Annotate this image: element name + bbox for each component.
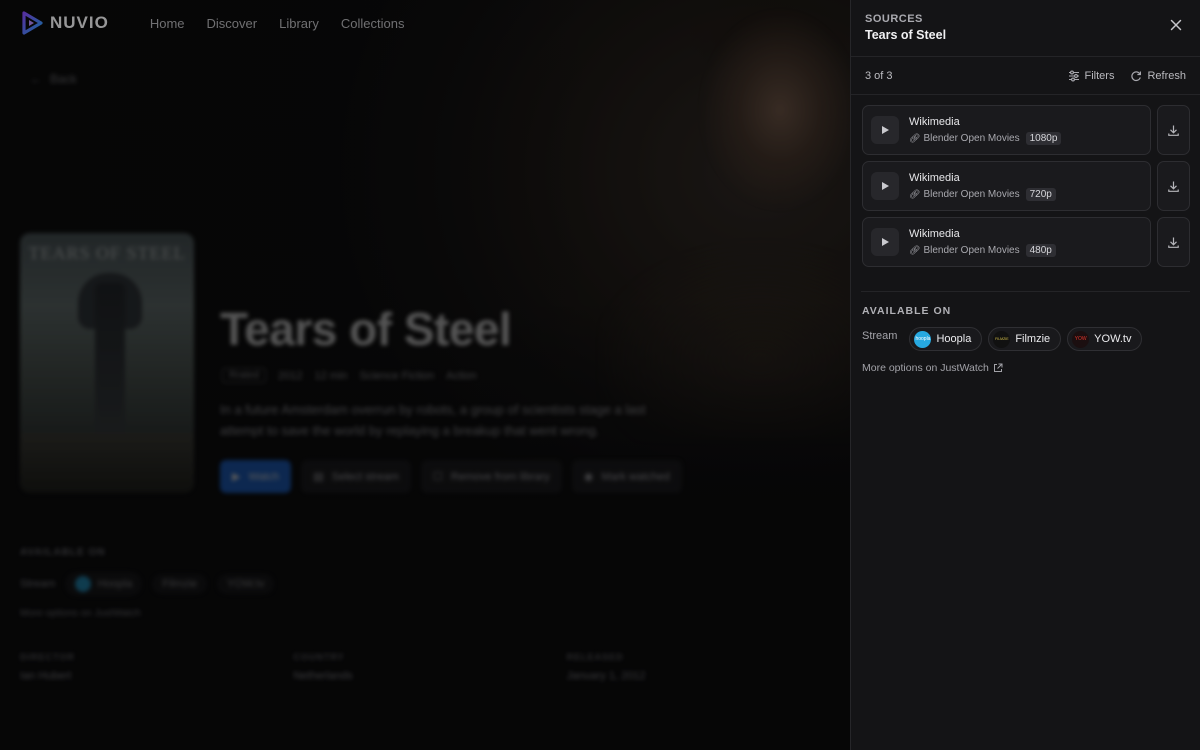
play-icon — [882, 182, 889, 190]
download-button[interactable] — [1157, 217, 1190, 267]
close-icon[interactable] — [1168, 17, 1184, 33]
quality-badge: 720p — [1025, 187, 1056, 201]
link-icon: 🔗︎ — [909, 188, 921, 199]
source-info: Wikimedia 🔗︎ Blender Open Movies 480p — [909, 228, 1056, 257]
provider-name: YOW.tv — [1094, 333, 1132, 345]
source-name: Wikimedia — [909, 171, 960, 184]
source-name: Wikimedia — [909, 227, 960, 240]
hoopla-logo-icon: hoopla — [914, 330, 932, 348]
source-row: Wikimedia 🔗︎ Blender Open Movies 480p — [862, 217, 1190, 267]
provider-chip-yowtv[interactable]: YOW YOW.tv — [1067, 327, 1143, 351]
filters-button[interactable]: Filters — [1068, 69, 1115, 82]
source-meta: 🔗︎ Blender Open Movies 720p — [909, 187, 1056, 201]
stream-label: Stream — [862, 330, 898, 342]
download-icon — [1168, 181, 1179, 192]
quality-badge: 1080p — [1025, 131, 1062, 145]
source-provider: Blender Open Movies — [923, 132, 1020, 144]
source-count: 3 of 3 — [865, 69, 893, 82]
link-icon: 🔗︎ — [909, 244, 921, 255]
modal-backdrop[interactable] — [0, 0, 850, 750]
yowtv-logo-icon: YOW — [1072, 330, 1090, 348]
source-meta: 🔗︎ Blender Open Movies 1080p — [909, 131, 1062, 145]
play-button[interactable] — [871, 228, 899, 256]
panel-title: Tears of Steel — [865, 28, 947, 42]
stream-providers-row: Stream hoopla Hoopla FILMZIE Filmzie YOW… — [862, 327, 1189, 351]
download-icon — [1168, 237, 1179, 248]
provider-chip-hoopla[interactable]: hoopla Hoopla — [909, 327, 983, 351]
download-icon — [1168, 125, 1179, 136]
download-button[interactable] — [1157, 161, 1190, 211]
filters-label: Filters — [1084, 69, 1115, 82]
refresh-button[interactable]: Refresh — [1130, 70, 1186, 82]
filmzie-logo-icon: FILMZIE — [993, 330, 1011, 348]
link-icon: 🔗︎ — [909, 132, 921, 143]
play-icon — [882, 126, 889, 134]
source-card[interactable]: Wikimedia 🔗︎ Blender Open Movies 480p — [862, 217, 1152, 267]
justwatch-link[interactable]: More options on JustWatch — [862, 362, 1189, 374]
play-icon — [882, 238, 889, 246]
play-button[interactable] — [871, 172, 899, 200]
source-provider: Blender Open Movies — [923, 244, 1020, 256]
source-meta: 🔗︎ Blender Open Movies 480p — [909, 243, 1056, 257]
more-options-label: More options on JustWatch — [862, 362, 989, 374]
sliders-icon — [1068, 70, 1079, 81]
source-provider: Blender Open Movies — [923, 188, 1020, 200]
source-name: Wikimedia — [909, 115, 960, 128]
source-info: Wikimedia 🔗︎ Blender Open Movies 720p — [909, 172, 1056, 201]
quality-badge: 480p — [1025, 243, 1056, 257]
provider-name: Hoopla — [936, 333, 972, 345]
source-info: Wikimedia 🔗︎ Blender Open Movies 1080p — [909, 115, 1062, 145]
panel-header: SOURCES Tears of Steel — [851, 0, 1200, 57]
download-button[interactable] — [1157, 105, 1190, 155]
sources-panel: SOURCES Tears of Steel 3 of 3 Filters Re… — [850, 0, 1200, 750]
source-list: Wikimedia 🔗︎ Blender Open Movies 1080p W… — [851, 95, 1200, 267]
available-on-title: AVAILABLE ON — [862, 305, 952, 317]
panel-toolbar: 3 of 3 Filters Refresh — [851, 57, 1200, 95]
provider-name: Filmzie — [1015, 333, 1051, 345]
panel-kicker: SOURCES — [865, 13, 923, 25]
source-card[interactable]: Wikimedia 🔗︎ Blender Open Movies 1080p — [862, 105, 1152, 155]
refresh-label: Refresh — [1147, 69, 1186, 82]
source-row: Wikimedia 🔗︎ Blender Open Movies 1080p — [862, 105, 1190, 155]
source-row: Wikimedia 🔗︎ Blender Open Movies 720p — [862, 161, 1190, 211]
refresh-icon — [1131, 70, 1142, 81]
source-card[interactable]: Wikimedia 🔗︎ Blender Open Movies 720p — [862, 161, 1152, 211]
play-button[interactable] — [871, 116, 899, 144]
available-on-section: AVAILABLE ON Stream hoopla Hoopla FILMZI… — [851, 292, 1200, 374]
external-link-icon — [993, 363, 1003, 372]
provider-chip-filmzie[interactable]: FILMZIE Filmzie — [988, 327, 1062, 351]
